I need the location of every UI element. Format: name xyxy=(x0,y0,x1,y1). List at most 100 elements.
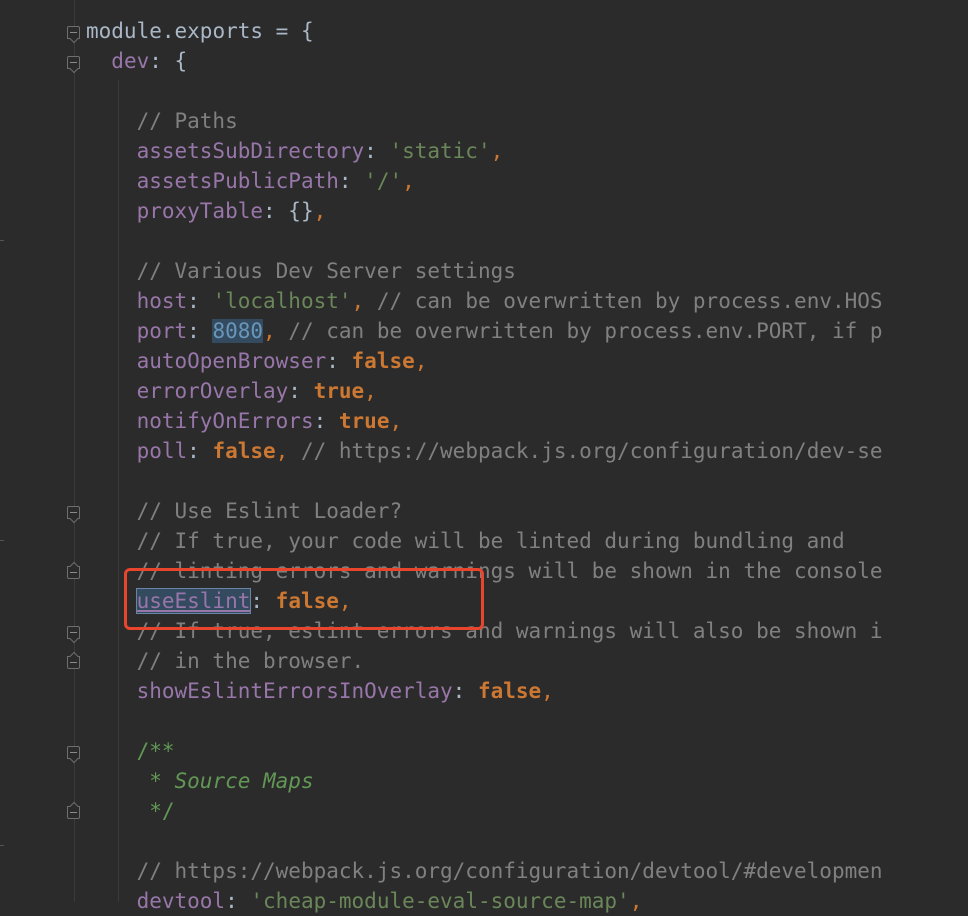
code-line[interactable]: assetsPublicPath: '/', xyxy=(86,166,968,196)
code-token: 'static' xyxy=(389,139,491,163)
fold-toggle-icon[interactable] xyxy=(67,806,80,819)
code-token: 8080 xyxy=(212,319,264,343)
code-token: false xyxy=(212,439,276,463)
gutter-marker xyxy=(0,845,4,846)
code-line[interactable]: port: 8080, // can be overwritten by pro… xyxy=(86,316,968,346)
fold-toggle-icon[interactable] xyxy=(67,26,80,39)
fold-toggle-icon[interactable] xyxy=(67,566,80,579)
code-token: , xyxy=(629,889,643,913)
code-token: , xyxy=(275,439,301,463)
editor-gutter xyxy=(0,0,86,902)
code-token: . xyxy=(161,19,175,43)
code-token: : xyxy=(187,439,213,463)
code-token: /** xyxy=(136,739,175,763)
code-line[interactable]: dev: { xyxy=(86,46,968,76)
fold-toggle-icon[interactable] xyxy=(67,656,80,669)
code-token: // can be overwritten by process.env.HOS xyxy=(376,289,883,313)
code-line[interactable]: autoOpenBrowser: false, xyxy=(86,346,968,376)
code-token: true xyxy=(338,409,390,433)
code-editor[interactable]: module.exports = { dev: { // Paths asset… xyxy=(86,16,968,916)
code-token: * xyxy=(149,769,175,793)
code-line[interactable]: module.exports = { xyxy=(86,16,968,46)
code-line[interactable]: // in the browser. xyxy=(86,646,968,676)
code-line[interactable] xyxy=(86,706,968,736)
fold-toggle-icon[interactable] xyxy=(67,746,80,759)
code-token: poll xyxy=(136,439,188,463)
gutter-marker xyxy=(0,240,4,241)
code-token: true xyxy=(313,379,365,403)
fold-toggle-icon[interactable] xyxy=(67,506,80,519)
code-token: : {} xyxy=(263,199,314,223)
code-line[interactable]: /** xyxy=(86,736,968,766)
code-token: : xyxy=(187,289,213,313)
code-token: // https://webpack.js.org/configuration/… xyxy=(300,439,883,463)
code-token: // can be overwritten by process.env.POR… xyxy=(288,319,883,343)
code-token: // https://webpack.js.org/configuration/… xyxy=(136,859,883,883)
code-token: port xyxy=(136,319,188,343)
code-token: */ xyxy=(149,799,175,823)
code-line[interactable] xyxy=(86,466,968,496)
fold-toggle-icon[interactable] xyxy=(67,56,80,69)
code-token: , xyxy=(313,199,327,223)
code-line[interactable]: host: 'localhost', // can be overwritten… xyxy=(86,286,968,316)
code-line[interactable]: showEslintErrorsInOverlay: false, xyxy=(86,676,968,706)
code-line[interactable] xyxy=(86,826,968,856)
code-line[interactable] xyxy=(86,76,968,106)
code-line[interactable]: // Use Eslint Loader? xyxy=(86,496,968,526)
code-token: module xyxy=(86,19,162,43)
code-token: autoOpenBrowser xyxy=(136,349,327,373)
code-line[interactable]: notifyOnErrors: true, xyxy=(86,406,968,436)
code-token: , xyxy=(490,139,504,163)
code-line[interactable]: proxyTable: {}, xyxy=(86,196,968,226)
code-line[interactable] xyxy=(86,226,968,256)
code-token: : xyxy=(225,889,251,913)
code-line[interactable]: // If true, your code will be linted dur… xyxy=(86,526,968,556)
code-line[interactable]: poll: false, // https://webpack.js.org/c… xyxy=(86,436,968,466)
code-token: showEslintErrorsInOverlay xyxy=(136,679,453,703)
code-token: , xyxy=(263,319,289,343)
code-token: : xyxy=(187,319,213,343)
gutter-marker xyxy=(0,540,4,541)
code-line[interactable]: * Source Maps xyxy=(86,766,968,796)
code-line[interactable]: // https://webpack.js.org/configuration/… xyxy=(86,856,968,886)
code-token: = { xyxy=(263,19,314,43)
code-token: , xyxy=(414,349,428,373)
code-token: '/' xyxy=(364,169,403,193)
code-token: proxyTable xyxy=(136,199,264,223)
code-line[interactable]: // Paths xyxy=(86,106,968,136)
code-token: , xyxy=(389,409,403,433)
code-line[interactable]: // Various Dev Server settings xyxy=(86,256,968,286)
code-token: // Use Eslint Loader? xyxy=(136,499,403,523)
fold-toggle-icon[interactable] xyxy=(67,626,80,639)
code-token: exports xyxy=(174,19,264,43)
annotation-highlight-box xyxy=(124,568,484,630)
gutter-divider xyxy=(74,0,75,902)
code-token: // in the browser. xyxy=(136,649,365,673)
code-line[interactable]: devtool: 'cheap-module-eval-source-map', xyxy=(86,886,968,916)
code-token: notifyOnErrors xyxy=(136,409,314,433)
code-token: 'localhost' xyxy=(212,289,352,313)
code-token: , xyxy=(351,289,377,313)
code-line[interactable]: errorOverlay: true, xyxy=(86,376,968,406)
code-line[interactable]: assetsSubDirectory: 'static', xyxy=(86,136,968,166)
code-token: false xyxy=(477,679,542,703)
code-token: host xyxy=(136,289,188,313)
code-line[interactable]: */ xyxy=(86,796,968,826)
